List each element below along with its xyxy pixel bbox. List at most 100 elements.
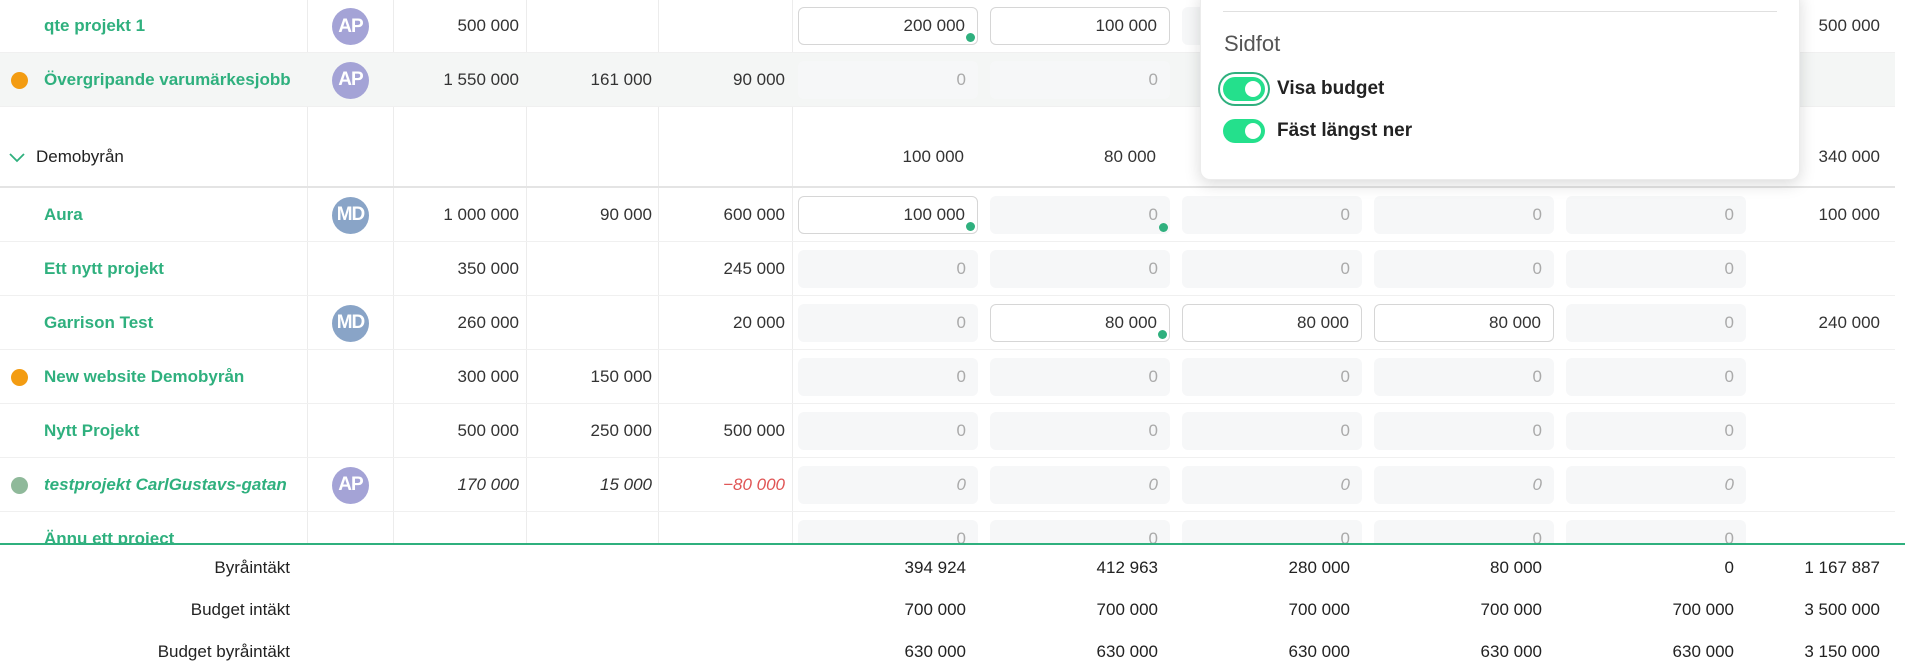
budget-input[interactable]: 200 000 — [798, 7, 978, 45]
footer-label: Budget intäkt — [190, 600, 290, 619]
table-row[interactable]: Ett nytt projekt 350 000 245 000 0 0 0 0… — [0, 242, 1895, 296]
project-name[interactable]: Garrison Test — [44, 296, 153, 349]
table-row[interactable]: Ännu ett project 0 0 0 0 0 — [0, 512, 1895, 544]
budget-input[interactable]: 0 — [1182, 519, 1362, 544]
cell-value: 500 000 — [457, 420, 519, 440]
budget-input[interactable]: 100 000 — [798, 195, 978, 234]
budget-input[interactable]: 0 — [1182, 411, 1362, 450]
status-dot — [11, 368, 28, 386]
status-dot — [11, 71, 28, 89]
project-name[interactable]: New website Demobyrån — [44, 350, 244, 403]
footer-row: Budget intäkt 700 000 700 000 700 000 70… — [0, 589, 1905, 631]
budget-input[interactable]: 0 — [1566, 465, 1746, 504]
table-row[interactable]: Nytt Projekt 500 000 250 000 500 000 0 0… — [0, 404, 1895, 458]
budget-input[interactable]: 0 — [798, 465, 978, 504]
cell-value: −80 000 — [723, 474, 785, 494]
cell-value: 161 000 — [590, 69, 652, 89]
footer-value: 700 000 — [1096, 600, 1158, 619]
budget-input[interactable]: 0 — [1566, 357, 1746, 396]
footer-total: 3 500 000 — [1804, 600, 1880, 619]
project-name[interactable]: Aura — [44, 188, 83, 241]
budget-input[interactable]: 0 — [798, 357, 978, 396]
budget-input[interactable]: 80 000 — [1182, 303, 1362, 342]
project-name[interactable]: qte projekt 1 — [44, 0, 145, 52]
budget-input[interactable]: 0 — [990, 249, 1170, 288]
table-row[interactable]: Garrison Test MD 260 000 20 000 0 80 000… — [0, 296, 1895, 350]
table-row[interactable]: New website Demobyrån 300 000 150 000 0 … — [0, 350, 1895, 404]
avatar: MD — [332, 196, 369, 234]
budget-input[interactable]: 0 — [798, 519, 978, 544]
budget-input[interactable]: 0 — [1566, 519, 1746, 544]
project-name[interactable]: testprojekt CarlGustavs-gatan — [44, 458, 287, 511]
budget-input[interactable]: 0 — [1566, 411, 1746, 450]
clock-icon — [966, 33, 975, 42]
budget-input[interactable]: 80 000 — [1374, 303, 1554, 342]
cell-value: 245 000 — [723, 258, 785, 278]
budget-input[interactable]: 80 000 — [990, 303, 1170, 342]
footer-value: 630 000 — [904, 642, 966, 661]
group-sum: 80 000 — [1104, 147, 1156, 166]
group-name[interactable]: Demobyrån — [36, 128, 124, 186]
avatar: AP — [332, 61, 369, 99]
footer-total: 3 150 000 — [1804, 642, 1880, 661]
cell-value: 150 000 — [590, 366, 652, 386]
budget-input-value: 0 — [1148, 204, 1158, 224]
avatar: MD — [332, 304, 369, 342]
footer-value: 394 924 — [904, 558, 966, 577]
budget-input[interactable]: 0 — [1374, 357, 1554, 396]
budget-input[interactable]: 0 — [798, 249, 978, 288]
project-name[interactable]: Ännu ett project — [44, 512, 174, 545]
table-row[interactable]: Aura MD 1 000 000 90 000 600 000 100 000… — [0, 188, 1895, 242]
budget-input-value: 100 000 — [903, 204, 965, 224]
budget-input[interactable]: 0 — [1182, 195, 1362, 234]
toggle-switch[interactable] — [1223, 119, 1265, 143]
budget-input[interactable]: 0 — [990, 411, 1170, 450]
cell-value: 90 000 — [733, 69, 785, 89]
budget-input[interactable]: 0 — [1566, 249, 1746, 288]
budget-input[interactable]: 0 — [798, 60, 978, 99]
project-name[interactable]: Ett nytt projekt — [44, 242, 164, 295]
budget-input[interactable]: 0 — [990, 195, 1170, 234]
cell-value: 500 000 — [457, 16, 519, 35]
clock-icon — [966, 221, 975, 231]
toggle-show-budget[interactable]: Visa budget — [1223, 75, 1384, 103]
budget-input-value: 80 000 — [1105, 312, 1157, 332]
budget-input[interactable]: 0 — [1374, 195, 1554, 234]
chevron-down-icon[interactable] — [8, 148, 26, 166]
toggle-label: Fäst längst ner — [1277, 120, 1413, 141]
toggle-pin-bottom[interactable]: Fäst längst ner — [1223, 117, 1412, 145]
budget-input[interactable]: 0 — [990, 519, 1170, 544]
table-footer: Byråintäkt 394 924 412 963 280 000 80 00… — [0, 543, 1905, 668]
budget-input[interactable]: 0 — [1182, 357, 1362, 396]
budget-input[interactable]: 0 — [1374, 411, 1554, 450]
budget-input-value: 200 000 — [903, 16, 965, 35]
cell-value: 15 000 — [600, 474, 652, 494]
footer-row: Byråintäkt 394 924 412 963 280 000 80 00… — [0, 547, 1905, 589]
table-row[interactable]: testprojekt CarlGustavs-gatan AP 170 000… — [0, 458, 1895, 512]
footer-row: Budget byråintäkt 630 000 630 000 630 00… — [0, 631, 1905, 668]
toggle-switch[interactable] — [1223, 77, 1265, 101]
budget-input[interactable]: 0 — [1374, 249, 1554, 288]
cell-value: 1 550 000 — [443, 69, 519, 89]
budget-input[interactable]: 0 — [990, 60, 1170, 99]
status-dot — [11, 476, 28, 494]
project-name[interactable]: Övergripande varumärkesjobb — [44, 53, 291, 106]
budget-input[interactable]: 0 — [990, 465, 1170, 504]
budget-input[interactable]: 0 — [798, 411, 978, 450]
budget-input[interactable]: 0 — [798, 303, 978, 342]
footer-total: 1 167 887 — [1804, 558, 1880, 577]
budget-input[interactable]: 0 — [1374, 465, 1554, 504]
cell-value: 250 000 — [590, 420, 652, 440]
clock-icon — [1159, 222, 1168, 232]
budget-input[interactable]: 0 — [1566, 303, 1746, 342]
toggle-label: Visa budget — [1277, 78, 1385, 99]
cell-value: 20 000 — [733, 312, 785, 332]
budget-input[interactable]: 0 — [1374, 519, 1554, 544]
budget-input[interactable]: 0 — [1182, 465, 1362, 504]
cell-value: 500 000 — [723, 420, 785, 440]
budget-input[interactable]: 0 — [1182, 249, 1362, 288]
budget-input[interactable]: 0 — [1566, 195, 1746, 234]
budget-input[interactable]: 0 — [990, 357, 1170, 396]
budget-input[interactable]: 100 000 — [990, 7, 1170, 45]
project-name[interactable]: Nytt Projekt — [44, 404, 139, 457]
